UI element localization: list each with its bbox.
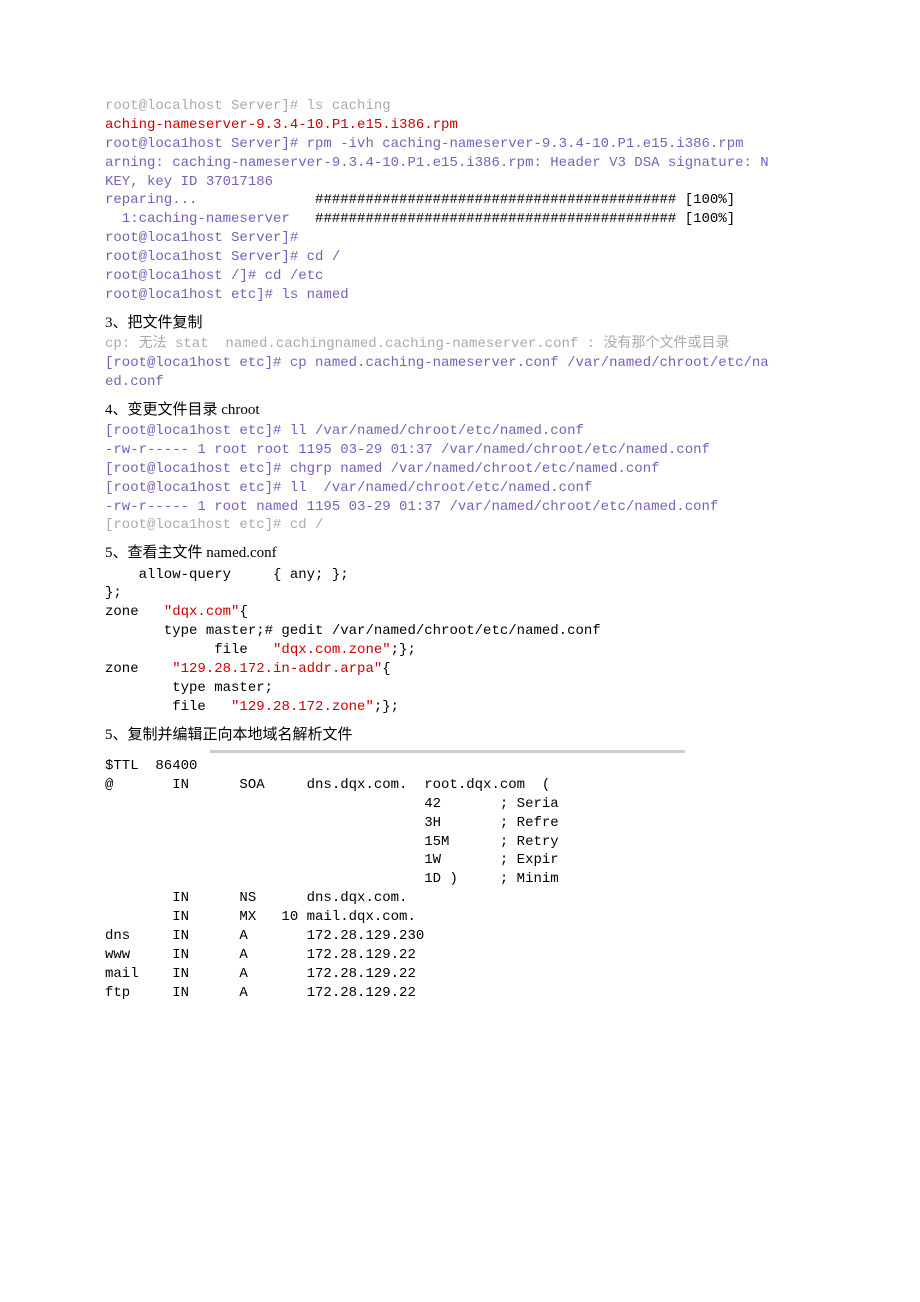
line: };	[105, 584, 815, 603]
line: root@localhost Server]# ls caching	[105, 97, 815, 116]
heading-5a: 5、查看主文件 named.conf	[105, 543, 815, 563]
line: aching-nameserver-9.3.4-10.P1.e15.i386.r…	[105, 116, 815, 135]
zone-row: 3H ; Refre	[105, 814, 815, 833]
line: zone "dqx.com"{	[105, 603, 815, 622]
heading-4: 4、变更文件目录 chroot	[105, 400, 815, 420]
named-conf-block: allow-query { any; }; }; zone "dqx.com"{…	[105, 566, 815, 717]
zone-row: 1D ) ; Minim	[105, 870, 815, 889]
line: KEY, key ID 37017186	[105, 173, 815, 192]
terminal-output-4: [root@loca1host etc]# ll /var/named/chro…	[105, 422, 815, 535]
line: cp: 无法 stat named.cachingnamed.caching-n…	[105, 335, 815, 354]
line: [root@loca1host etc]# cp named.caching-n…	[105, 354, 815, 373]
line: type master;	[105, 679, 815, 698]
terminal-output-1: root@localhost Server]# ls caching achin…	[105, 97, 815, 305]
zone-row: 15M ; Retry	[105, 833, 815, 852]
zone-row: dns IN A 172.28.129.230	[105, 927, 815, 946]
line: 1:caching-nameserver ###################…	[105, 210, 815, 229]
zone-row: IN MX 10 mail.dqx.com.	[105, 908, 815, 927]
line: root@loca1host Server]#	[105, 229, 815, 248]
zone-row: www IN A 172.28.129.22	[105, 946, 815, 965]
line: arning: caching-nameserver-9.3.4-10.P1.e…	[105, 154, 815, 173]
line: root@loca1host etc]# ls named	[105, 286, 815, 305]
zone-row: $TTL 86400	[105, 757, 815, 776]
heading-3: 3、把文件复制	[105, 313, 815, 333]
line: [root@loca1host etc]# ll /var/named/chro…	[105, 422, 815, 441]
line: -rw-r----- 1 root root 1195 03-29 01:37 …	[105, 441, 815, 460]
heading-5b: 5、复制并编辑正向本地域名解析文件	[105, 725, 815, 745]
zone-row: mail IN A 172.28.129.22	[105, 965, 815, 984]
zone-row: ftp IN A 172.28.129.22	[105, 984, 815, 1003]
line: root@loca1host /]# cd /etc	[105, 267, 815, 286]
line: zone "129.28.172.in-addr.arpa"{	[105, 660, 815, 679]
line: ed.conf	[105, 373, 815, 392]
line: [root@loca1host etc]# ll /var/named/chro…	[105, 479, 815, 498]
line: reparing... ############################…	[105, 191, 815, 210]
line: file "129.28.172.zone";};	[105, 698, 815, 717]
line: [root@loca1host etc]# chgrp named /var/n…	[105, 460, 815, 479]
zone-row: 42 ; Seria	[105, 795, 815, 814]
line: type master;# gedit /var/named/chroot/et…	[105, 622, 815, 641]
terminal-output-3: cp: 无法 stat named.cachingnamed.caching-n…	[105, 335, 815, 392]
zone-file-block: $TTL 86400 @ IN SOA dns.dqx.com. root.dq…	[105, 757, 815, 1003]
line: root@loca1host Server]# rpm -ivh caching…	[105, 135, 815, 154]
zone-row: IN NS dns.dqx.com.	[105, 889, 815, 908]
line: -rw-r----- 1 root named 1195 03-29 01:37…	[105, 498, 815, 517]
line: allow-query { any; };	[105, 566, 815, 585]
zone-row: @ IN SOA dns.dqx.com. root.dqx.com (	[105, 776, 815, 795]
line: file "dqx.com.zone";};	[105, 641, 815, 660]
line: [root@loca1host etc]# cd /	[105, 516, 815, 535]
zone-row: 1W ; Expir	[105, 851, 815, 870]
divider	[210, 750, 685, 753]
line: root@loca1host Server]# cd /	[105, 248, 815, 267]
